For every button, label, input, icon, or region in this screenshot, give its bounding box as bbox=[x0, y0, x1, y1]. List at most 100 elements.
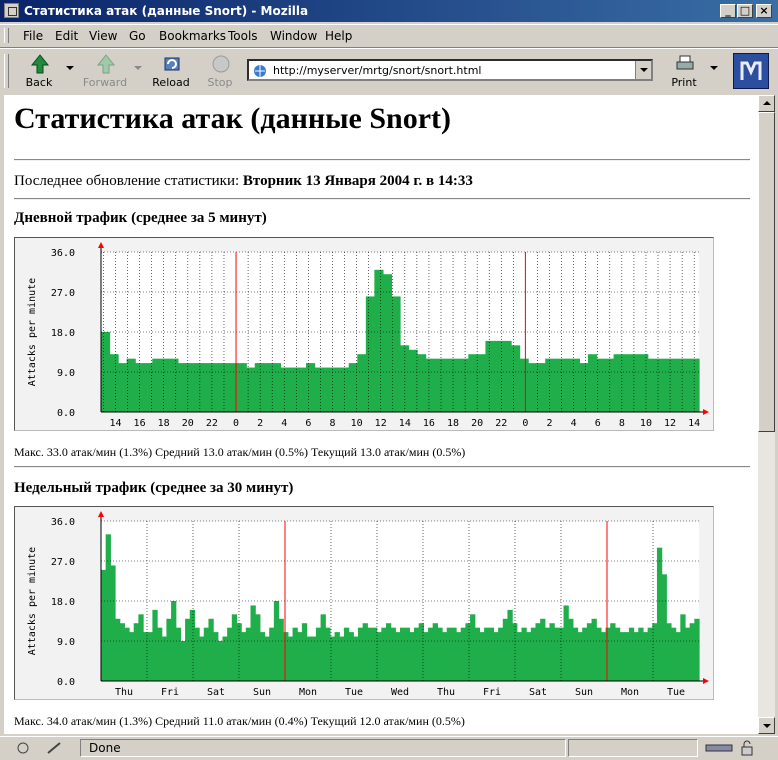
data-bar bbox=[203, 363, 213, 412]
data-bar bbox=[199, 636, 205, 681]
online-status-icon[interactable] bbox=[704, 741, 734, 755]
data-bar bbox=[404, 627, 410, 681]
x-tick-label: 10 bbox=[640, 418, 652, 429]
scroll-down-button[interactable] bbox=[758, 717, 775, 734]
weekly-chart-svg: 0.0 9.0 18.0 27.0 36.0 Thu Fri Sat Sun Mon Tue Wed T… bbox=[27, 511, 709, 698]
x-tick-label: 12 bbox=[375, 418, 387, 429]
data-bar bbox=[166, 618, 172, 681]
toolbar-grip[interactable] bbox=[4, 54, 9, 88]
vertical-scrollbar[interactable] bbox=[758, 95, 775, 734]
window-titlebar[interactable]: Статистика атак (данные Snort) - Mozilla… bbox=[0, 0, 778, 22]
data-bar bbox=[231, 614, 238, 681]
reload-icon bbox=[164, 57, 180, 71]
forward-button[interactable]: Forward bbox=[82, 52, 128, 90]
page-proxy-icon[interactable] bbox=[253, 64, 267, 78]
data-bar bbox=[138, 614, 144, 681]
data-bar bbox=[639, 354, 649, 412]
data-bar bbox=[222, 636, 228, 681]
data-bar bbox=[236, 623, 242, 681]
menu-help[interactable]: Help bbox=[325, 29, 352, 43]
forward-history-dropdown-icon[interactable] bbox=[134, 66, 142, 70]
data-bar bbox=[476, 354, 487, 412]
maximize-button[interactable]: □ bbox=[737, 4, 753, 18]
data-bar bbox=[245, 627, 252, 681]
y-tick-label: 9.0 bbox=[57, 368, 75, 379]
data-bar bbox=[124, 627, 130, 681]
data-bar bbox=[325, 627, 331, 681]
scroll-up-button[interactable] bbox=[758, 95, 775, 112]
data-bar bbox=[119, 623, 125, 681]
data-bar bbox=[376, 632, 382, 681]
data-bar bbox=[408, 349, 418, 412]
data-bar bbox=[656, 358, 666, 412]
menu-view[interactable]: View bbox=[89, 29, 117, 43]
menubar-grip[interactable] bbox=[4, 28, 9, 43]
data-bar bbox=[229, 363, 239, 412]
menu-bookmarks[interactable]: Bookmarks bbox=[159, 29, 226, 43]
data-bar bbox=[292, 627, 298, 681]
minimize-button[interactable]: _ bbox=[720, 4, 736, 18]
data-bar bbox=[343, 627, 350, 681]
back-button[interactable]: Back bbox=[16, 52, 62, 90]
data-bar bbox=[320, 614, 326, 681]
data-bar bbox=[459, 358, 469, 412]
scroll-thumb[interactable] bbox=[758, 112, 775, 432]
x-tick-label: Fri bbox=[483, 687, 501, 698]
stop-button[interactable]: Stop bbox=[197, 52, 243, 90]
data-bar bbox=[278, 618, 284, 681]
data-bar bbox=[208, 618, 214, 681]
data-bar bbox=[596, 627, 602, 681]
x-tick-label: 0 bbox=[522, 418, 528, 429]
data-bar bbox=[502, 618, 509, 681]
data-bar bbox=[493, 632, 499, 681]
data-bar bbox=[254, 363, 264, 412]
composer-status-icon[interactable] bbox=[46, 741, 64, 755]
url-history-dropdown-icon[interactable] bbox=[635, 61, 651, 79]
menu-window[interactable]: Window bbox=[270, 29, 317, 43]
x-tick-label: Wed bbox=[391, 687, 409, 698]
data-bar bbox=[460, 627, 466, 681]
data-bar bbox=[630, 354, 640, 412]
x-tick-label: 16 bbox=[423, 418, 435, 429]
data-bar bbox=[428, 627, 434, 681]
back-history-dropdown-icon[interactable] bbox=[66, 66, 74, 70]
x-tick-label: 10 bbox=[351, 418, 363, 429]
y-axis-label: Attacks per minute bbox=[27, 547, 38, 655]
data-bar bbox=[175, 627, 182, 681]
data-bar bbox=[227, 627, 233, 681]
data-bar bbox=[395, 632, 401, 681]
data-bar bbox=[353, 636, 359, 681]
url-bar[interactable] bbox=[247, 59, 653, 81]
menu-go[interactable]: Go bbox=[129, 29, 146, 43]
data-bar bbox=[105, 534, 111, 681]
data-bar bbox=[417, 354, 427, 412]
menu-edit[interactable]: Edit bbox=[55, 29, 78, 43]
x-tick-label: Mon bbox=[299, 687, 317, 698]
y-tick-label: 36.0 bbox=[51, 248, 75, 259]
y-tick-label: 27.0 bbox=[51, 557, 75, 568]
x-tick-label: 14 bbox=[688, 418, 700, 429]
x-tick-label: 0 bbox=[233, 418, 239, 429]
print-button[interactable]: Print bbox=[661, 52, 707, 90]
stop-label: Stop bbox=[207, 76, 233, 89]
mozilla-throbber-logo[interactable] bbox=[733, 53, 769, 89]
security-lock-icon[interactable] bbox=[740, 740, 754, 756]
menu-file[interactable]: File bbox=[23, 29, 43, 43]
data-bar bbox=[558, 627, 565, 681]
url-input[interactable] bbox=[273, 63, 633, 77]
divider bbox=[14, 198, 750, 200]
data-bar bbox=[675, 632, 681, 681]
reload-button[interactable]: Reload bbox=[148, 52, 194, 90]
forward-label: Forward bbox=[82, 76, 128, 89]
print-options-dropdown-icon[interactable] bbox=[710, 66, 718, 70]
data-bar bbox=[568, 618, 574, 681]
data-bar bbox=[656, 547, 663, 681]
menu-tools[interactable]: Tools bbox=[228, 29, 258, 43]
progress-cell bbox=[568, 739, 698, 757]
data-bar bbox=[526, 632, 532, 681]
close-button[interactable]: × bbox=[756, 4, 772, 18]
data-bar bbox=[414, 627, 420, 681]
data-bar bbox=[647, 627, 653, 681]
sync-status-icon[interactable] bbox=[14, 741, 32, 755]
data-bar bbox=[177, 363, 188, 412]
